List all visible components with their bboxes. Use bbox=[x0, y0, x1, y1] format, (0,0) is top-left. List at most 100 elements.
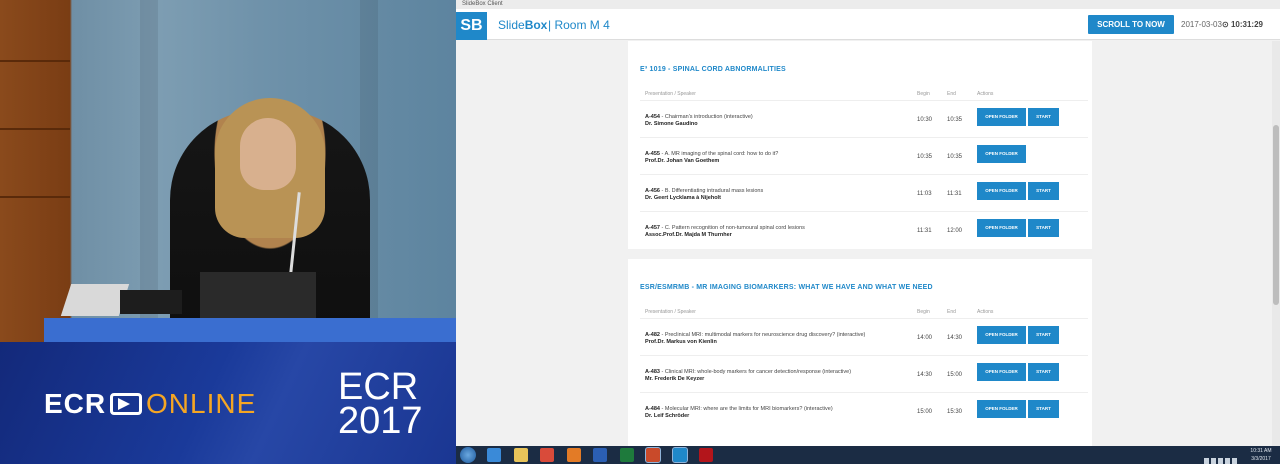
volume-icon[interactable] bbox=[1232, 458, 1237, 464]
table-row: A-454 - Chairman's introduction (interac… bbox=[640, 100, 1088, 137]
excel-icon[interactable] bbox=[619, 448, 634, 462]
presentation-text: A. MR imaging of the spinal cord: how to… bbox=[664, 151, 779, 157]
open-folder-button[interactable]: OPEN FOLDER bbox=[977, 400, 1026, 418]
table-row: A-457 - C. Pattern recognition of non-tu… bbox=[640, 211, 1088, 248]
tray-icon[interactable] bbox=[1218, 458, 1223, 464]
col-presentation: Presentation / Speaker bbox=[645, 309, 696, 315]
presentation-code: A-484 bbox=[645, 406, 660, 412]
end-time: 15:00 bbox=[947, 372, 963, 378]
clock-time: 10:31:29 bbox=[1230, 20, 1263, 29]
brand-ecr-text: ECR bbox=[44, 388, 107, 419]
app-header: SB SlideBox | Room M 4 SCROLL TO NOW 201… bbox=[456, 9, 1280, 40]
open-folder-button[interactable]: OPEN FOLDER bbox=[977, 326, 1026, 344]
windows-start-icon[interactable] bbox=[460, 447, 476, 463]
system-tray[interactable] bbox=[1204, 451, 1244, 464]
presentation-text: Molecular MRI: where are the limits for … bbox=[664, 406, 833, 412]
session-title: E³ 1019 - SPINAL CORD ABNORMALITIES bbox=[640, 66, 786, 73]
firefox-icon[interactable] bbox=[566, 448, 581, 462]
ie-icon[interactable] bbox=[487, 448, 501, 462]
lectern-monitor bbox=[200, 272, 316, 318]
taskbar-date: 3/3/2017 bbox=[1251, 456, 1271, 462]
speaker-name: Prof.Dr. Markus von Kienlin bbox=[645, 339, 717, 345]
start-button[interactable]: START bbox=[1028, 219, 1059, 237]
word-icon[interactable] bbox=[593, 448, 607, 462]
end-time: 14:30 bbox=[947, 335, 963, 341]
start-button[interactable]: START bbox=[1028, 108, 1059, 126]
col-begin: Begin bbox=[917, 91, 930, 97]
open-folder-button[interactable]: OPEN FOLDER bbox=[977, 219, 1026, 237]
tray-icon[interactable] bbox=[1204, 458, 1209, 464]
open-folder-button[interactable]: OPEN FOLDER bbox=[977, 108, 1026, 126]
table-row: A-456 - B. Differentiating intradural ma… bbox=[640, 174, 1088, 211]
tray-icon[interactable] bbox=[1225, 458, 1230, 464]
presentation-code: A-483 bbox=[645, 369, 660, 375]
session-list[interactable]: E³ 1019 - SPINAL CORD ABNORMALITIES Pres… bbox=[456, 41, 1272, 446]
presentation-title: A-483 - Clinical MRI: whole-body markers… bbox=[645, 369, 852, 375]
vertical-scrollbar[interactable] bbox=[1272, 41, 1280, 446]
presentation-text: C. Pattern recognition of non-tumoural s… bbox=[664, 225, 805, 231]
presentation-code: A-482 bbox=[645, 332, 660, 338]
desk-monitor bbox=[120, 290, 182, 314]
chrome-icon[interactable] bbox=[540, 448, 554, 462]
presentation-text: Clinical MRI: whole-body markers for can… bbox=[664, 369, 852, 375]
col-begin: Begin bbox=[917, 309, 930, 315]
podium bbox=[44, 318, 456, 344]
table-row: A-483 - Clinical MRI: whole-body markers… bbox=[640, 355, 1088, 392]
presenter-face bbox=[240, 118, 296, 190]
end-time: 15:30 bbox=[947, 409, 963, 415]
col-actions: Actions bbox=[977, 309, 994, 315]
window-titlebar: SlideBox Client bbox=[456, 0, 1280, 9]
powerpoint-icon[interactable] bbox=[645, 447, 661, 463]
end-time: 10:35 bbox=[947, 117, 963, 123]
start-button[interactable]: START bbox=[1028, 326, 1059, 344]
table-row: A-484 - Molecular MRI: where are the lim… bbox=[640, 392, 1088, 429]
scroll-to-now-button[interactable]: SCROLL TO NOW bbox=[1088, 15, 1174, 34]
wood-panel-line bbox=[0, 128, 70, 130]
col-presentation: Presentation / Speaker bbox=[645, 91, 696, 97]
open-folder-button[interactable]: OPEN FOLDER bbox=[977, 145, 1026, 163]
app-name-bold: Box bbox=[524, 18, 548, 32]
start-button[interactable]: START bbox=[1028, 400, 1059, 418]
video-camera-icon bbox=[110, 393, 142, 415]
begin-time: 10:35 bbox=[917, 154, 933, 160]
session-card: E³ 1019 - SPINAL CORD ABNORMALITIES Pres… bbox=[628, 41, 1092, 249]
presentation-code: A-455 bbox=[645, 151, 660, 157]
slidebox-logo: SB bbox=[456, 12, 487, 40]
end-time: 12:00 bbox=[947, 228, 963, 234]
slidebox-icon[interactable] bbox=[671, 447, 688, 463]
speaker-name: Dr. Simone Gaudino bbox=[645, 121, 698, 127]
taskbar-clock[interactable]: 10:31 AM 3/3/2017 bbox=[1246, 447, 1276, 463]
presentation-title: A-457 - C. Pattern recognition of non-tu… bbox=[645, 225, 805, 231]
start-button[interactable]: START bbox=[1028, 363, 1059, 381]
folder-icon[interactable] bbox=[513, 448, 528, 462]
col-end: End bbox=[947, 91, 956, 97]
slidebox-window: SlideBox Client SB SlideBox | Room M 4 S… bbox=[456, 0, 1280, 446]
presentation-title: A-455 - A. MR imaging of the spinal cord… bbox=[645, 151, 779, 157]
begin-time: 14:00 bbox=[917, 335, 933, 341]
open-folder-button[interactable]: OPEN FOLDER bbox=[977, 363, 1026, 381]
table-row: A-455 - A. MR imaging of the spinal cord… bbox=[640, 137, 1088, 174]
session-card: ESR/ESMRMB - MR IMAGING BIOMARKERS: WHAT… bbox=[628, 259, 1092, 446]
presentation-text: Preclinical MRI: multimodal markers for … bbox=[664, 332, 866, 338]
col-actions: Actions bbox=[977, 91, 994, 97]
speaker-name: Prof.Dr. Johan Van Goethem bbox=[645, 158, 720, 164]
presentation-code: A-457 bbox=[645, 225, 660, 231]
start-button[interactable]: START bbox=[1028, 182, 1059, 200]
begin-time: 11:03 bbox=[917, 191, 932, 197]
scrollbar-thumb[interactable] bbox=[1273, 125, 1279, 305]
acrobat-icon[interactable] bbox=[699, 448, 713, 462]
windows-taskbar: 10:31 AM 3/3/2017 bbox=[456, 446, 1280, 464]
room-label: | Room M 4 bbox=[548, 18, 610, 32]
presentation-title: A-456 - B. Differentiating intradural ma… bbox=[645, 188, 764, 194]
logo-line-ecr: ECR bbox=[338, 366, 419, 408]
speaker-name: Assoc.Prof.Dr. Majda M Thurnher bbox=[645, 232, 732, 238]
tray-icon[interactable] bbox=[1211, 458, 1216, 464]
presentation-text: B. Differentiating intradural mass lesio… bbox=[664, 188, 764, 194]
end-time: 11:31 bbox=[947, 191, 962, 197]
presentation-code: A-454 bbox=[645, 114, 660, 120]
presentation-title: A-484 - Molecular MRI: where are the lim… bbox=[645, 406, 833, 412]
presentation-text: Chairman's introduction (interactive) bbox=[664, 114, 753, 120]
open-folder-button[interactable]: OPEN FOLDER bbox=[977, 182, 1026, 200]
begin-time: 14:30 bbox=[917, 372, 933, 378]
app-name-light: Slide bbox=[498, 18, 525, 32]
